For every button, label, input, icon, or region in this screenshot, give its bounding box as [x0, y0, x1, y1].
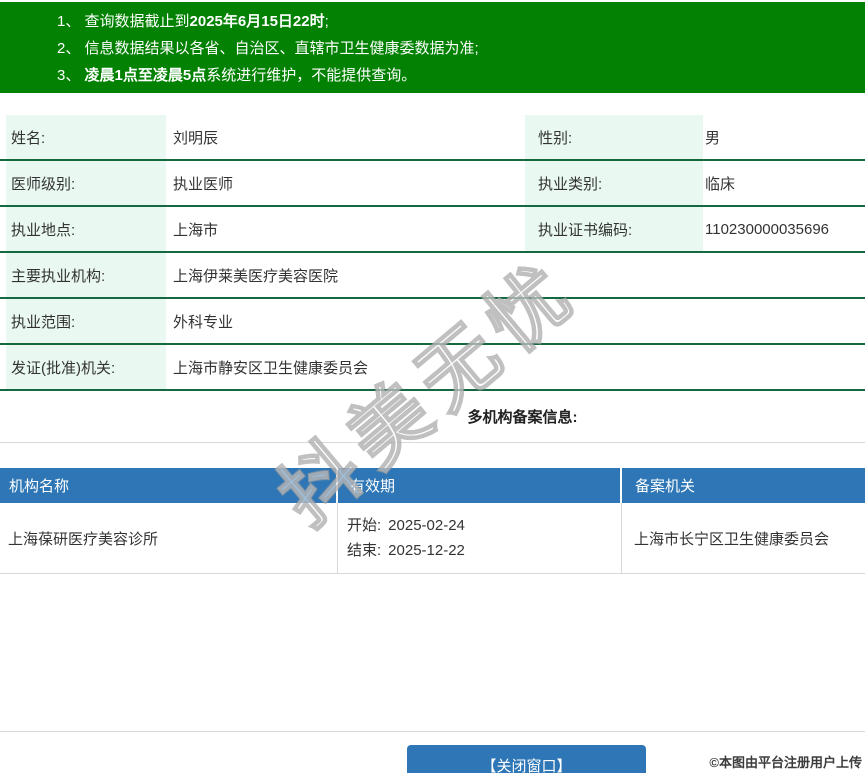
validity-start: 开始: 2025-02-24 [347, 513, 621, 538]
issuer-value: 上海市静安区卫生健康委员会 [173, 345, 368, 389]
start-label: 开始: [347, 513, 381, 538]
end-date: 2025-12-22 [388, 538, 465, 563]
table-row: 执业范围: 外科专业 [0, 299, 865, 345]
authority-cell: 上海市长宁区卫生健康委员会 [622, 503, 863, 573]
start-date: 2025-02-24 [388, 513, 465, 538]
table-row: 执业地点: 上海市 执业证书编码: 110230000035696 [0, 207, 865, 253]
column-header-authority: 备案机关 [622, 468, 863, 503]
table-row: 医师级别: 执业医师 执业类别: 临床 [0, 161, 865, 207]
notice-text: 2、 信息数据结果以各省、自治区、直辖市卫生健康委数据为准; [57, 40, 479, 57]
validity-cell: 开始: 2025-02-24 结束: 2025-12-22 [338, 503, 622, 573]
footer-divider [0, 731, 865, 732]
name-value: 刘明辰 [173, 115, 218, 159]
location-value: 上海市 [173, 207, 218, 251]
multi-org-section-heading: 多机构备案信息: [0, 391, 865, 443]
cert-no-value: 110230000035696 [705, 207, 829, 251]
notice-text: 1、 查询数据截止到 [57, 13, 190, 30]
level-value: 执业医师 [173, 161, 233, 205]
scope-value: 外科专业 [173, 299, 233, 343]
column-header-org: 机构名称 [0, 468, 338, 503]
table-header-row: 机构名称 有效期 备案机关 [0, 468, 865, 503]
table-row: 发证(批准)机关: 上海市静安区卫生健康委员会 [0, 345, 865, 391]
notice-text: 系统进行维护，不能提供查询。 [206, 67, 416, 84]
main-org-value: 上海伊莱美医疗美容医院 [173, 253, 338, 297]
notice-line-1: 1、 查询数据截止到2025年6月15日22时; [57, 8, 855, 35]
name-label: 姓名: [6, 115, 166, 159]
issuer-label: 发证(批准)机关: [6, 345, 166, 389]
table-row: 姓名: 刘明辰 性别: 男 [0, 115, 865, 161]
gender-value: 男 [705, 115, 720, 159]
notice-banner: 1、 查询数据截止到2025年6月15日22时; 2、 信息数据结果以各省、自治… [0, 2, 865, 93]
location-label: 执业地点: [6, 207, 166, 251]
multi-org-table: 机构名称 有效期 备案机关 上海葆研医疗美容诊所 开始: 2025-02-24 结… [0, 468, 865, 574]
notice-bold-text: 凌晨1点至凌晨5点 [85, 67, 207, 84]
close-window-button[interactable]: 【关闭窗口】 [407, 745, 646, 773]
notice-text: ; [325, 13, 329, 30]
table-row: 上海葆研医疗美容诊所 开始: 2025-02-24 结束: 2025-12-22 上… [0, 503, 865, 574]
main-org-label: 主要执业机构: [6, 253, 166, 297]
scope-label: 执业范围: [6, 299, 166, 343]
level-label: 医师级别: [6, 161, 166, 205]
table-row: 主要执业机构: 上海伊莱美医疗美容医院 [0, 253, 865, 299]
category-label: 执业类别: [525, 161, 703, 205]
authority-name: 上海市长宁区卫生健康委员会 [634, 528, 863, 549]
notice-text: 3、 [57, 67, 85, 84]
notice-bold-text: 2025年6月15日22时 [190, 13, 325, 30]
validity-end: 结束: 2025-12-22 [347, 538, 621, 563]
cert-no-label: 执业证书编码: [525, 207, 703, 251]
column-header-validity: 有效期 [338, 468, 622, 503]
category-value: 临床 [705, 161, 735, 205]
query-result-page: 1、 查询数据截止到2025年6月15日22时; 2、 信息数据结果以各省、自治… [0, 0, 865, 773]
copyright-watermark: ©本图由平台注册用户上传 [709, 752, 862, 771]
gender-label: 性别: [525, 115, 703, 159]
end-label: 结束: [347, 538, 381, 563]
notice-line-3: 3、 凌晨1点至凌晨5点系统进行维护，不能提供查询。 [57, 62, 855, 89]
notice-line-2: 2、 信息数据结果以各省、自治区、直辖市卫生健康委数据为准; [57, 35, 855, 62]
org-name-cell: 上海葆研医疗美容诊所 [0, 503, 338, 573]
org-name: 上海葆研医疗美容诊所 [8, 528, 337, 549]
section-title: 多机构备案信息: [468, 406, 578, 427]
doctor-info-table: 姓名: 刘明辰 性别: 男 医师级别: 执业医师 执业类别: 临床 执业地点: … [0, 115, 865, 391]
